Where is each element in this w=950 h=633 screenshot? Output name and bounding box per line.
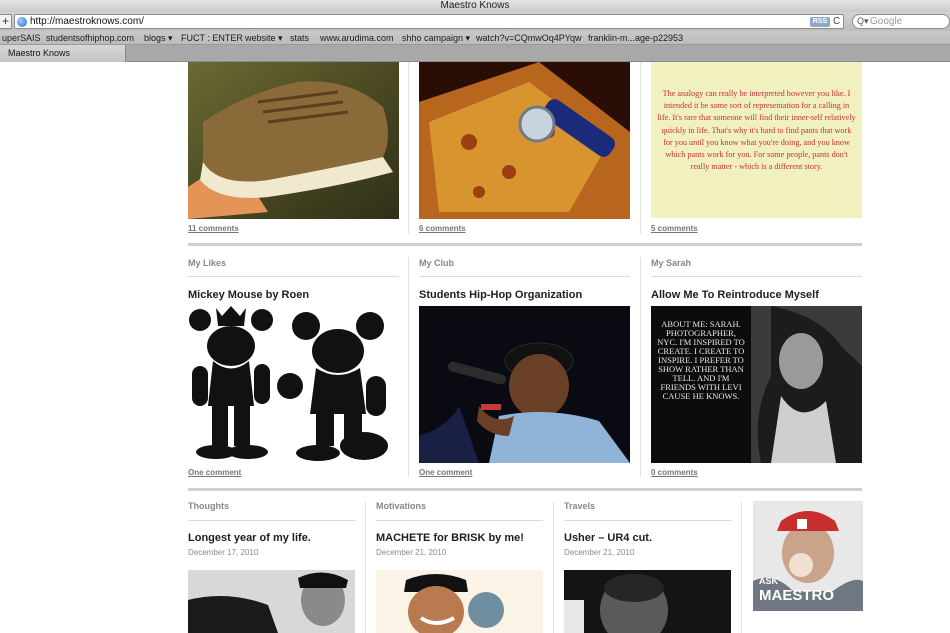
section-underline xyxy=(376,520,543,521)
post-title[interactable]: Usher – UR4 cut. xyxy=(564,532,652,544)
section-divider xyxy=(188,488,862,491)
bookmark-item[interactable]: FUCT : ENTER xyxy=(181,31,243,44)
comments-link[interactable]: 6 comments xyxy=(419,224,466,233)
section-underline xyxy=(188,520,355,521)
bookmark-item[interactable]: stats xyxy=(290,31,309,44)
bookmark-item[interactable]: shho campaign ▾ xyxy=(402,31,470,44)
comments-link[interactable]: 0 comments xyxy=(651,468,698,477)
search-placeholder: Google xyxy=(870,16,903,27)
address-bar[interactable]: http://maestroknows.com/ RSS C xyxy=(14,14,844,29)
site-globe-icon xyxy=(17,17,27,27)
column-divider xyxy=(408,62,409,234)
machete-photo[interactable] xyxy=(376,570,543,633)
bookmark-item[interactable]: studentsofhiphop.com xyxy=(46,31,134,44)
maestro-label: MAESTRO xyxy=(759,587,834,604)
window-title: Maestro Knows xyxy=(0,0,950,12)
section-label[interactable]: My Club xyxy=(419,258,454,268)
post-date: December 17, 2010 xyxy=(188,548,259,557)
search-input[interactable]: Q▾ Google xyxy=(852,14,950,29)
post-title[interactable]: Mickey Mouse by Roen xyxy=(188,289,309,301)
sarah-bio-photo[interactable]: ABOUT ME: SARAH. PHOTOGRAPHER, NYC. I'M … xyxy=(651,306,862,463)
section-underline xyxy=(419,276,630,277)
section-label[interactable]: Thoughts xyxy=(188,501,229,511)
bookmark-item[interactable]: watch?v=CQmwOq4PYqw xyxy=(476,31,581,44)
bookmark-item[interactable]: blogs ▾ xyxy=(144,31,173,44)
bookmark-item[interactable]: uperSAIS xyxy=(2,31,41,44)
address-url[interactable]: http://maestroknows.com/ xyxy=(30,15,144,28)
comments-link[interactable]: One comment xyxy=(419,468,472,477)
post-date: December 21, 2010 xyxy=(564,548,635,557)
tab-maestro-knows[interactable]: Maestro Knows xyxy=(0,45,126,62)
section-divider xyxy=(188,243,862,246)
bookmark-item[interactable]: www.arudima.com xyxy=(320,31,394,44)
column-divider xyxy=(365,502,366,633)
column-divider xyxy=(741,502,742,633)
column-divider xyxy=(640,257,641,477)
section-underline xyxy=(651,276,862,277)
section-label[interactable]: Travels xyxy=(564,501,595,511)
section-underline xyxy=(564,520,731,521)
ask-maestro-banner[interactable]: ASK MAESTRO xyxy=(753,501,863,611)
post-title[interactable]: Allow Me To Reintroduce Myself xyxy=(651,289,819,301)
comments-link[interactable]: 11 comments xyxy=(188,224,239,233)
page-content: The analogy can really be interpreted ho… xyxy=(0,62,950,633)
comments-link[interactable]: 5 comments xyxy=(651,224,698,233)
usher-photo[interactable] xyxy=(564,570,731,633)
tab-bar: Maestro Knows xyxy=(0,45,950,62)
section-label[interactable]: Motivations xyxy=(376,501,426,511)
post-title[interactable]: Longest year of my life. xyxy=(188,532,311,544)
reload-icon[interactable]: C xyxy=(833,15,840,28)
column-divider xyxy=(408,257,409,477)
ask-label: ASK xyxy=(759,576,779,586)
bookmarks-bar: uperSAIS studentsofhiphop.com blogs ▾ FU… xyxy=(0,31,950,45)
section-label[interactable]: My Sarah xyxy=(651,258,691,268)
search-icon[interactable]: Q▾ xyxy=(857,15,869,28)
sarah-bio-text: ABOUT ME: SARAH. PHOTOGRAPHER, NYC. I'M … xyxy=(657,319,745,401)
sneaker-photo[interactable] xyxy=(188,62,399,219)
comments-link[interactable]: One comment xyxy=(188,468,241,477)
pizza-photo[interactable] xyxy=(419,62,630,219)
post-date: December 21, 2010 xyxy=(376,548,447,557)
thoughts-photo[interactable] xyxy=(188,570,355,633)
rss-button[interactable]: RSS xyxy=(810,17,830,27)
bookmark-item[interactable]: franklin-m...age-p22953 xyxy=(588,31,683,44)
column-divider xyxy=(640,62,641,234)
mickey-figures-photo[interactable] xyxy=(188,306,399,463)
section-underline xyxy=(188,276,399,277)
column-divider xyxy=(553,502,554,633)
post-title[interactable]: Students Hip-Hop Organization xyxy=(419,289,582,301)
browser-toolbar: + http://maestroknows.com/ RSS C Q▾ Goog… xyxy=(0,12,950,31)
quote-card: The analogy can really be interpreted ho… xyxy=(651,62,862,218)
add-bookmark-button[interactable]: + xyxy=(0,14,12,29)
post-title[interactable]: MACHETE for BRISK by me! xyxy=(376,532,524,544)
rapper-performance-photo[interactable] xyxy=(419,306,630,463)
bookmark-item[interactable]: website ▾ xyxy=(245,31,283,44)
section-label[interactable]: My Likes xyxy=(188,258,226,268)
